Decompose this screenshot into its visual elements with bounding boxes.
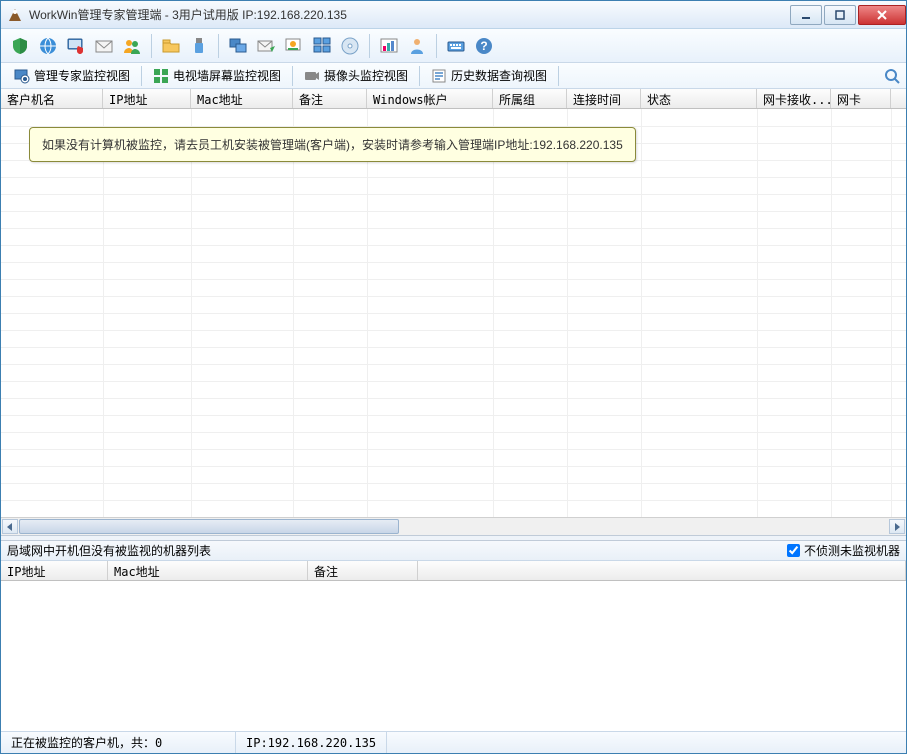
view-tab-camera[interactable]: 摄像头监控视图 bbox=[297, 64, 415, 87]
horizontal-scrollbar[interactable] bbox=[1, 517, 906, 535]
view-tab-label: 历史数据查询视图 bbox=[451, 67, 547, 84]
view-tab-tvwall[interactable]: 电视墙屏幕监控视图 bbox=[146, 64, 288, 87]
no-detect-checkbox-label: 不侦测未监视机器 bbox=[804, 542, 900, 559]
mail-icon[interactable] bbox=[91, 33, 117, 59]
view-tab-monitoring[interactable]: 管理专家监控视图 bbox=[7, 64, 137, 87]
main-toolbar: ? bbox=[1, 29, 906, 63]
shield-icon[interactable] bbox=[7, 33, 33, 59]
grid-lines bbox=[1, 109, 906, 517]
folder-icon[interactable] bbox=[158, 33, 184, 59]
camera-icon bbox=[304, 68, 320, 84]
unmonitored-table-body[interactable] bbox=[1, 581, 906, 731]
column-header[interactable]: Mac地址 bbox=[108, 561, 308, 580]
view-tab-label: 管理专家监控视图 bbox=[34, 67, 130, 84]
window-title-text: WorkWin管理专家管理端 - 3用户试用版 IP:192.168.220.1… bbox=[29, 6, 347, 23]
column-header[interactable]: 备注 bbox=[293, 89, 367, 108]
view-tabs-bar: 管理专家监控视图 电视墙屏幕监控视图 摄像头监控视图 历史数据查询视图 bbox=[1, 63, 906, 89]
screenshot-icon[interactable] bbox=[281, 33, 307, 59]
column-header[interactable]: Mac地址 bbox=[191, 89, 293, 108]
view-separator bbox=[141, 66, 142, 86]
toolbar-separator bbox=[151, 34, 152, 58]
chart-icon[interactable] bbox=[376, 33, 402, 59]
main-table-header: 客户机名IP地址Mac地址备注Windows帐户所属组连接时间状态网卡接收...… bbox=[1, 89, 906, 109]
column-header[interactable]: 客户机名 bbox=[1, 89, 103, 108]
search-button[interactable] bbox=[884, 68, 900, 84]
scroll-left-arrow[interactable] bbox=[2, 519, 18, 534]
keyboard-icon[interactable] bbox=[443, 33, 469, 59]
app-window: WorkWin管理专家管理端 - 3用户试用版 IP:192.168.220.1… bbox=[0, 0, 907, 754]
close-button[interactable] bbox=[858, 5, 906, 25]
view-tab-history[interactable]: 历史数据查询视图 bbox=[424, 64, 554, 87]
toolbar-separator bbox=[436, 34, 437, 58]
scrollbar-thumb[interactable] bbox=[19, 519, 399, 534]
statusbar: 正在被监控的客户机，共：0 IP:192.168.220.135 bbox=[1, 731, 906, 753]
toolbar-separator bbox=[218, 34, 219, 58]
view-separator bbox=[419, 66, 420, 86]
help-icon[interactable]: ? bbox=[471, 33, 497, 59]
svg-text:?: ? bbox=[480, 39, 487, 53]
monitor-shield-icon[interactable] bbox=[63, 33, 89, 59]
no-detect-checkbox[interactable]: 不侦测未监视机器 bbox=[787, 542, 900, 559]
send-icon[interactable] bbox=[253, 33, 279, 59]
globe-icon[interactable] bbox=[35, 33, 61, 59]
tv-wall-icon bbox=[153, 68, 169, 84]
column-header[interactable]: 网卡接收... bbox=[757, 89, 831, 108]
column-header[interactable]: 网卡 bbox=[831, 89, 891, 108]
column-header[interactable]: 所属组 bbox=[493, 89, 567, 108]
column-header[interactable]: Windows帐户 bbox=[367, 89, 493, 108]
history-icon bbox=[431, 68, 447, 84]
minimize-button[interactable] bbox=[790, 5, 822, 25]
screens-icon[interactable] bbox=[225, 33, 251, 59]
column-header[interactable]: 备注 bbox=[308, 561, 418, 580]
view-separator bbox=[292, 66, 293, 86]
hint-tooltip: 如果没有计算机被监控，请去员工机安装被管理端(客户端)，安装时请参考输入管理端I… bbox=[29, 127, 636, 162]
column-header[interactable]: 状态 bbox=[641, 89, 757, 108]
status-ip: IP:192.168.220.135 bbox=[236, 732, 387, 753]
view-tab-label: 电视墙屏幕监控视图 bbox=[173, 67, 281, 84]
search-icon bbox=[884, 68, 900, 84]
view-separator bbox=[558, 66, 559, 86]
column-header[interactable]: IP地址 bbox=[1, 561, 108, 580]
usb-icon[interactable] bbox=[186, 33, 212, 59]
window-title: WorkWin管理专家管理端 - 3用户试用版 IP:192.168.220.1… bbox=[7, 6, 788, 23]
window-controls bbox=[788, 5, 906, 25]
scroll-right-arrow[interactable] bbox=[889, 519, 905, 534]
titlebar: WorkWin管理专家管理端 - 3用户试用版 IP:192.168.220.1… bbox=[1, 1, 906, 29]
unmonitored-panel-title: 局域网中开机但没有被监视的机器列表 不侦测未监视机器 bbox=[1, 541, 906, 561]
unmonitored-panel-label: 局域网中开机但没有被监视的机器列表 bbox=[7, 542, 787, 559]
person-icon[interactable] bbox=[404, 33, 430, 59]
monitor-eye-icon bbox=[14, 68, 30, 84]
view-tab-label: 摄像头监控视图 bbox=[324, 67, 408, 84]
main-table-body[interactable]: 如果没有计算机被监控，请去员工机安装被管理端(客户端)，安装时请参考输入管理端I… bbox=[1, 109, 906, 517]
unmonitored-table-header: IP地址Mac地址备注 bbox=[1, 561, 906, 581]
app-icon bbox=[7, 7, 23, 23]
column-header[interactable]: 连接时间 bbox=[567, 89, 641, 108]
maximize-button[interactable] bbox=[824, 5, 856, 25]
status-client-count: 正在被监控的客户机，共：0 bbox=[1, 732, 236, 753]
column-header[interactable]: IP地址 bbox=[103, 89, 191, 108]
disc-icon[interactable] bbox=[337, 33, 363, 59]
toolbar-separator bbox=[369, 34, 370, 58]
users-icon[interactable] bbox=[119, 33, 145, 59]
multiscreen-icon[interactable] bbox=[309, 33, 335, 59]
no-detect-checkbox-input[interactable] bbox=[787, 544, 800, 557]
unmonitored-panel: 局域网中开机但没有被监视的机器列表 不侦测未监视机器 IP地址Mac地址备注 bbox=[1, 541, 906, 731]
hint-tooltip-text: 如果没有计算机被监控，请去员工机安装被管理端(客户端)，安装时请参考输入管理端I… bbox=[42, 138, 623, 152]
